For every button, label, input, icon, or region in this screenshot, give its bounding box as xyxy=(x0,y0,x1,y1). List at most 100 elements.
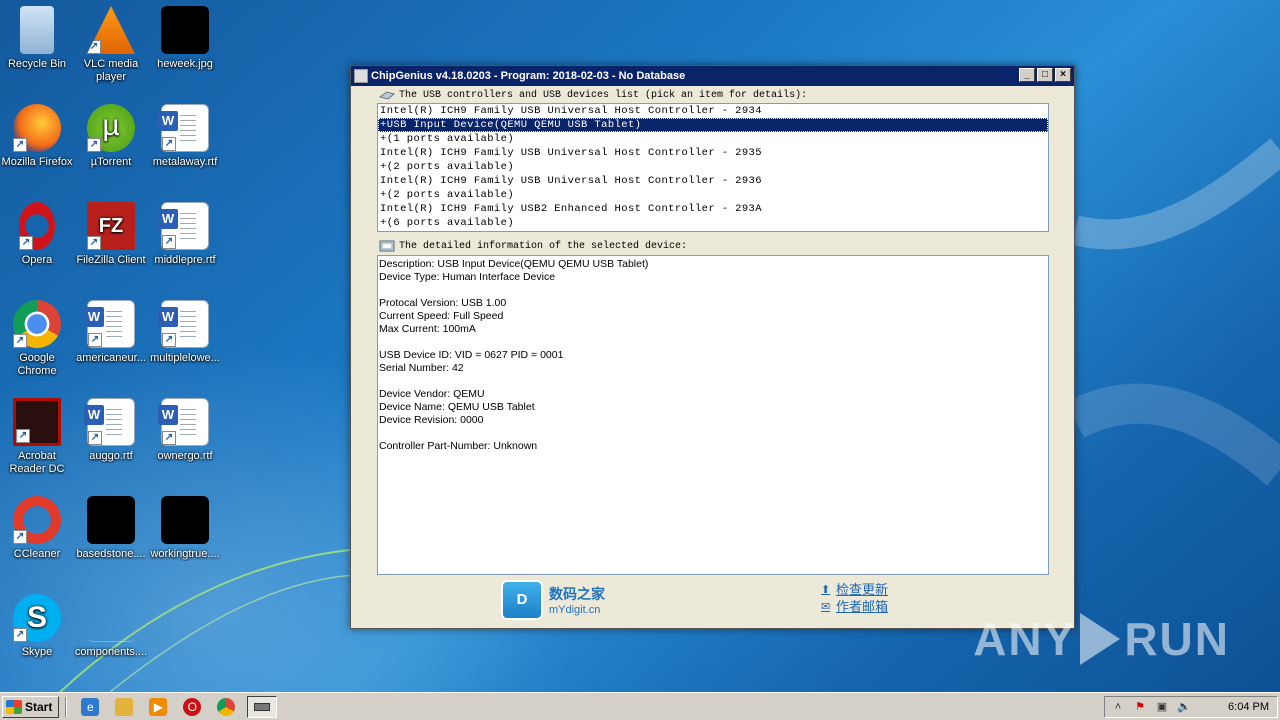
up-arrow-icon: ⬆ xyxy=(821,583,831,596)
detail-line xyxy=(379,427,1047,440)
shortcut-arrow-icon: ↗ xyxy=(162,333,176,347)
device-list-item[interactable]: +(1 ports available) xyxy=(378,132,1048,146)
device-list-item[interactable]: +USB Input Device(QEMU QEMU USB Tablet) xyxy=(378,118,1048,132)
show-hidden-icons-icon[interactable]: ˄ xyxy=(1111,700,1125,714)
shortcut-arrow-icon: ↗ xyxy=(13,138,27,152)
detail-line: Current Speed: Full Speed xyxy=(379,310,504,322)
maximize-button[interactable]: □ xyxy=(1037,68,1053,82)
shortcut-arrow-icon: ↗ xyxy=(13,530,27,544)
taskbar: Start e ▶ O ˄ ⚑ ▣ 🔈 6:04 PM xyxy=(0,692,1280,720)
vlc-icon: ↗ xyxy=(87,6,135,54)
network-icon[interactable]: ▣ xyxy=(1155,700,1169,714)
desktop-icon-label: heweek.jpg xyxy=(157,58,213,70)
desktop-icon[interactable]: S ↗ Skype xyxy=(0,590,74,682)
desktop-icon[interactable]: ↗ metalaway.rtf xyxy=(148,100,222,192)
mydigit-logo-en: mYdigit.cn xyxy=(549,604,601,616)
start-button[interactable]: Start xyxy=(2,695,60,718)
device-list-item[interactable]: +(6 ports available) xyxy=(378,216,1048,230)
windows-logo-icon xyxy=(6,699,22,714)
opera-taskbar-icon[interactable]: O xyxy=(183,697,202,716)
device-list[interactable]: Intel(R) ICH9 Family USB Universal Host … xyxy=(377,103,1049,232)
shortcut-arrow-icon: ↗ xyxy=(162,137,176,151)
action-center-icon[interactable]: ⚑ xyxy=(1133,700,1147,714)
clock[interactable]: 6:04 PM xyxy=(1228,701,1269,713)
system-tray: ˄ ⚑ ▣ 🔈 6:04 PM xyxy=(1104,696,1278,718)
shortcut-arrow-icon: ↗ xyxy=(16,429,30,443)
shortcut-arrow-icon: ↗ xyxy=(162,235,176,249)
desktop-icon[interactable]: ↗ Opera xyxy=(0,198,74,290)
detail-line: Description: USB Input Device(QEMU QEMU … xyxy=(379,258,649,270)
image-file-icon xyxy=(161,496,209,544)
media-player-icon[interactable]: ▶ xyxy=(149,697,168,716)
desktop-icon[interactable]: heweek.jpg xyxy=(148,2,222,94)
desktop-icon[interactable]: Recycle Bin xyxy=(0,2,74,94)
chrome-taskbar-icon[interactable] xyxy=(217,697,236,716)
play-icon xyxy=(1080,613,1121,665)
image-file-icon xyxy=(161,6,209,54)
volume-icon[interactable]: 🔈 xyxy=(1177,700,1191,714)
desktop-icon[interactable]: ↗ CCleaner xyxy=(0,492,74,584)
desktop-icon[interactable]: ↗ multiplelowe... xyxy=(148,296,222,388)
desktop-icon-label: Google Chrome xyxy=(17,352,57,377)
desktop-icon[interactable]: workingtrue.... xyxy=(148,492,222,584)
desktop-icon[interactable]: ↗ americaneur... xyxy=(74,296,148,388)
detail-line: Protocal Version: USB 1.00 xyxy=(379,297,507,309)
usb-drive-icon xyxy=(254,702,271,711)
desktop-icon[interactable]: ↗ VLC media player xyxy=(74,2,148,94)
device-list-item[interactable]: Intel(R) ICH9 Family USB Universal Host … xyxy=(378,104,1048,118)
desktop-icon[interactable]: ↗ auggo.rtf xyxy=(74,394,148,486)
device-list-item[interactable]: Intel(R) ICH9 Family USB2 Enhanced Host … xyxy=(378,202,1048,216)
desktop-icon-label: components.... xyxy=(74,646,148,658)
shortcut-arrow-icon: ↗ xyxy=(87,40,101,54)
internet-explorer-icon[interactable]: e xyxy=(81,697,100,716)
window-title: ChipGenius v4.18.0203 - Program: 2018-02… xyxy=(371,70,686,82)
recycle-bin-icon xyxy=(20,6,54,54)
device-list-item[interactable]: Intel(R) ICH9 Family USB Universal Host … xyxy=(378,174,1048,188)
desktop-icon-label: workingtrue.... xyxy=(150,548,220,560)
desktop-icon[interactable]: µ ↗ µTorrent xyxy=(74,100,148,192)
minimize-button[interactable]: _ xyxy=(1019,68,1035,82)
desktop-icon[interactable]: basedstone.... xyxy=(74,492,148,584)
filezilla-icon: FZ ↗ xyxy=(87,202,135,250)
desktop-icon[interactable]: ↗ middlepre.rtf xyxy=(148,198,222,290)
shortcut-arrow-icon: ↗ xyxy=(19,236,33,250)
device-detail-panel[interactable]: Description: USB Input Device(QEMU QEMU … xyxy=(377,255,1049,575)
word-doc-icon: ↗ xyxy=(158,300,209,348)
desktop-icon-label: µTorrent xyxy=(90,156,132,168)
desktop-icon-label: Acrobat Reader DC xyxy=(9,450,65,475)
detail-line xyxy=(379,336,1047,349)
desktop-icon[interactable]: FZ ↗ FileZilla Client xyxy=(74,198,148,290)
shortcut-arrow-icon: ↗ xyxy=(162,431,176,445)
watermark-right: RUN xyxy=(1124,613,1230,665)
desktop-icon[interactable]: ↗ Mozilla Firefox xyxy=(0,100,74,192)
author-mail-link[interactable]: ✉ 作者邮箱 xyxy=(821,598,888,615)
desktop-icon[interactable]: components.... xyxy=(74,590,148,682)
device-list-item[interactable]: +(2 ports available) xyxy=(378,188,1048,202)
word-doc-icon: ↗ xyxy=(158,202,209,250)
check-update-label: 检查更新 xyxy=(836,582,889,597)
close-button[interactable]: × xyxy=(1055,68,1071,82)
desktop-icon-label: Mozilla Firefox xyxy=(1,156,73,168)
opera-icon: ↗ xyxy=(19,202,55,250)
ccleaner-icon: ↗ xyxy=(13,496,61,544)
check-update-link[interactable]: ⬆ 检查更新 xyxy=(821,581,888,598)
device-list-item[interactable]: +(2 ports available) xyxy=(378,160,1048,174)
shortcut-arrow-icon: ↗ xyxy=(87,138,101,152)
word-doc-icon: ↗ xyxy=(84,300,135,348)
desktop-icon-label: middlepre.rtf xyxy=(154,254,216,266)
desktop-icon-label: VLC media player xyxy=(83,58,139,83)
desktop-icon[interactable]: ↗ Acrobat Reader DC xyxy=(0,394,74,486)
desktop-icon-label: multiplelowe... xyxy=(150,352,220,364)
device-list-item[interactable]: Intel(R) ICH9 Family USB Universal Host … xyxy=(378,146,1048,160)
explorer-folder-icon[interactable] xyxy=(115,697,134,716)
desktop-icon[interactable]: ↗ ownergo.rtf xyxy=(148,394,222,486)
desktop-icon-label: CCleaner xyxy=(13,548,61,560)
shortcut-arrow-icon: ↗ xyxy=(13,334,27,348)
mydigit-logo-link[interactable]: D 数码之家 mYdigit.cn xyxy=(501,580,605,620)
window-titlebar[interactable]: ChipGenius v4.18.0203 - Program: 2018-02… xyxy=(351,66,1074,86)
skype-icon: S ↗ xyxy=(13,594,61,642)
chipgenius-task-item[interactable] xyxy=(247,695,278,718)
desktop-icon[interactable]: ↗ Google Chrome xyxy=(0,296,74,388)
start-label: Start xyxy=(25,699,53,714)
detail-line: Device Type: Human Interface Device xyxy=(379,271,556,283)
